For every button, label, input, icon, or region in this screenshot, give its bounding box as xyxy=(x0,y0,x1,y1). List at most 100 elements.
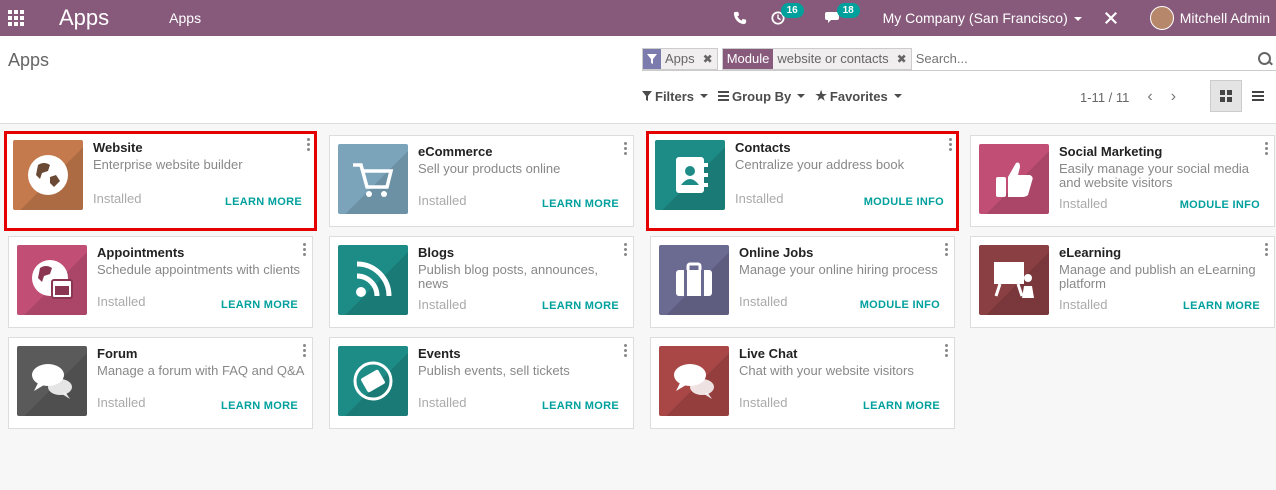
ticket-icon xyxy=(353,361,393,401)
app-card[interactable]: eLearning Manage and publish an eLearnin… xyxy=(970,236,1275,328)
close-icon[interactable]: ✖ xyxy=(893,52,911,66)
app-title: Forum xyxy=(97,346,138,361)
app-action-button[interactable]: LEARN MORE xyxy=(225,196,302,208)
search-bar: Apps ✖ Module website or contacts ✖ xyxy=(642,47,1276,71)
group-by-button[interactable]: Group By xyxy=(718,88,806,104)
pager-value[interactable]: 1-11 / 11 xyxy=(1080,90,1129,105)
rss-icon xyxy=(356,261,392,297)
kebab-menu-icon[interactable] xyxy=(949,138,952,151)
app-icon-box xyxy=(659,245,729,315)
user-menu[interactable]: Mitchell Admin xyxy=(1180,10,1270,26)
briefcase-icon xyxy=(676,262,712,296)
funnel-icon xyxy=(642,91,652,101)
favorites-label: Favorites xyxy=(829,88,888,104)
app-action-button[interactable]: LEARN MORE xyxy=(863,400,940,412)
close-icon[interactable]: ✖ xyxy=(699,52,717,66)
app-icon-box xyxy=(338,346,408,416)
app-action-button[interactable]: LEARN MORE xyxy=(221,400,298,412)
presentation-icon xyxy=(994,262,1034,298)
app-status: Installed xyxy=(1059,297,1108,312)
kanban-icon xyxy=(1220,90,1232,102)
kebab-menu-icon[interactable] xyxy=(307,138,310,151)
kanban-view-button[interactable] xyxy=(1210,80,1242,112)
app-card[interactable]: Appointments Schedule appointments with … xyxy=(8,236,313,328)
app-action-button[interactable]: MODULE INFO xyxy=(1180,199,1260,211)
chevron-down-icon xyxy=(797,94,806,98)
chat-bubbles-icon xyxy=(674,364,714,399)
kebab-menu-icon[interactable] xyxy=(945,344,948,357)
company-switcher[interactable]: My Company (San Francisco) xyxy=(883,10,1082,26)
message-count-badge: 18 xyxy=(836,3,860,18)
activity-count-badge: 16 xyxy=(780,3,804,18)
kebab-menu-icon[interactable] xyxy=(303,344,306,357)
app-card[interactable]: Blogs Publish blog posts, announces, new… xyxy=(329,236,634,328)
address-book-icon xyxy=(676,157,708,193)
app-icon-box xyxy=(17,346,87,416)
search-facet-module: Module website or contacts ✖ xyxy=(721,47,912,70)
search-options: Filters Group By ★ Favorites xyxy=(642,88,912,104)
kebab-menu-icon[interactable] xyxy=(624,142,627,155)
app-icon-box xyxy=(338,144,408,214)
debug-tools-icon[interactable] xyxy=(1104,11,1118,25)
search-icon[interactable] xyxy=(1258,51,1272,66)
app-description: Enterprise website builder xyxy=(93,157,243,172)
filters-label: Filters xyxy=(655,88,695,104)
app-menu-grid-icon[interactable] xyxy=(8,10,24,26)
list-view-button[interactable] xyxy=(1242,80,1274,112)
app-title: Blogs xyxy=(418,245,455,260)
kebab-menu-icon[interactable] xyxy=(624,344,627,357)
chevron-down-icon xyxy=(1073,17,1082,22)
app-card[interactable]: Website Enterprise website builder Insta… xyxy=(4,131,317,231)
app-status: Installed xyxy=(97,294,146,309)
facet-label: Module xyxy=(722,48,774,69)
menu-apps[interactable]: Apps xyxy=(169,10,201,26)
app-description: Chat with your website visitors xyxy=(739,363,914,378)
app-card[interactable]: eCommerce Sell your products online Inst… xyxy=(329,135,634,227)
app-title: Social Marketing xyxy=(1059,144,1163,159)
cart-icon xyxy=(353,163,394,197)
group-by-label: Group By xyxy=(732,88,792,104)
app-action-button[interactable]: MODULE INFO xyxy=(860,299,940,311)
kebab-menu-icon[interactable] xyxy=(303,243,306,256)
messages-icon[interactable]: 18 xyxy=(824,3,860,25)
app-action-button[interactable]: LEARN MORE xyxy=(542,198,619,210)
avatar[interactable] xyxy=(1149,6,1174,30)
app-card[interactable]: Events Publish events, sell tickets Inst… xyxy=(329,337,634,429)
app-description: Easily manage your social media and webs… xyxy=(1059,161,1250,190)
app-title: Online Jobs xyxy=(739,245,814,260)
app-card[interactable]: Contacts Centralize your address book In… xyxy=(646,131,959,231)
app-action-button[interactable]: LEARN MORE xyxy=(542,400,619,412)
app-card[interactable]: Online Jobs Manage your online hiring pr… xyxy=(650,236,955,328)
app-status: Installed xyxy=(739,294,788,309)
app-status: Installed xyxy=(97,395,146,410)
star-icon: ★ xyxy=(815,88,827,103)
app-card[interactable]: Forum Manage a forum with FAQ and Q&A In… xyxy=(8,337,313,429)
chevron-right-icon[interactable]: › xyxy=(1171,88,1176,106)
favorites-button[interactable]: ★ Favorites xyxy=(815,88,902,104)
filters-button[interactable]: Filters xyxy=(642,88,709,104)
app-title: Events xyxy=(418,346,461,361)
activity-clock-icon[interactable]: 16 xyxy=(771,3,804,25)
app-icon-box xyxy=(655,140,725,210)
app-status: Installed xyxy=(418,193,467,208)
app-icon-box xyxy=(979,144,1049,214)
top-navbar: Apps Apps 16 18 My Company (San Francisc… xyxy=(0,0,1276,36)
app-action-button[interactable]: LEARN MORE xyxy=(1183,300,1260,312)
app-description: Manage and publish an eLearning platform xyxy=(1059,262,1256,291)
company-name: My Company (San Francisco) xyxy=(882,10,1068,26)
kebab-menu-icon[interactable] xyxy=(1265,142,1268,155)
app-action-button[interactable]: LEARN MORE xyxy=(221,299,298,311)
kebab-menu-icon[interactable] xyxy=(1265,243,1268,256)
facet-value: Apps xyxy=(665,51,695,66)
chevron-left-icon[interactable]: ‹ xyxy=(1147,88,1152,106)
search-input[interactable] xyxy=(915,51,1258,66)
kebab-menu-icon[interactable] xyxy=(945,243,948,256)
app-action-button[interactable]: LEARN MORE xyxy=(542,300,619,312)
phone-icon[interactable] xyxy=(733,11,747,25)
app-card[interactable]: Live Chat Chat with your website visitor… xyxy=(650,337,955,429)
app-brand[interactable]: Apps xyxy=(59,5,109,31)
globe-calendar-icon xyxy=(32,260,73,299)
app-card[interactable]: Social Marketing Easily manage your soci… xyxy=(970,135,1275,227)
kebab-menu-icon[interactable] xyxy=(624,243,627,256)
app-action-button[interactable]: MODULE INFO xyxy=(864,196,944,208)
